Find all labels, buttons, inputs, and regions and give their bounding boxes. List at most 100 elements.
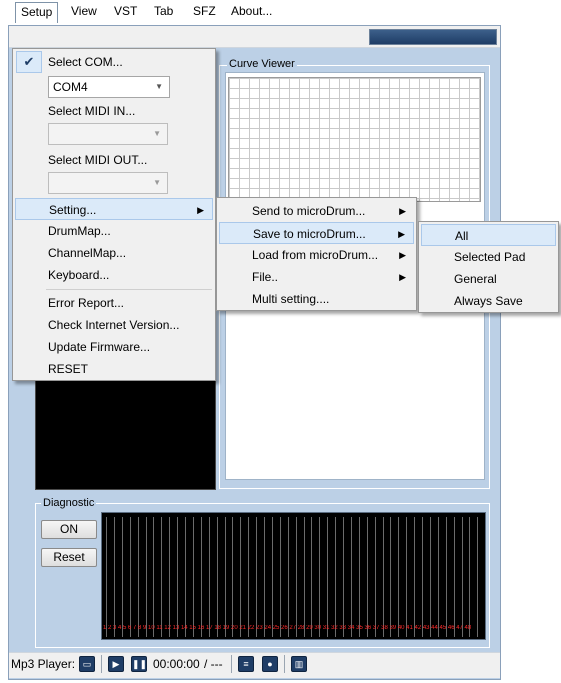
file-item[interactable]: File.. ▶ xyxy=(219,266,414,288)
open-folder-icon[interactable]: ▭ xyxy=(79,656,95,672)
send-to-microdrum-item[interactable]: Send to microDrum... ▶ xyxy=(219,200,414,222)
status-separator xyxy=(284,655,285,673)
diagnostic-channel-line xyxy=(287,517,289,637)
save-general-item[interactable]: General xyxy=(421,268,556,290)
diagnostic-channel-line xyxy=(335,517,337,637)
save-to-microdrum-label: Save to microDrum... xyxy=(253,227,366,241)
keyboard-item[interactable]: Keyboard... xyxy=(15,264,213,286)
select-midi-in-item[interactable]: Select MIDI IN... xyxy=(15,100,213,122)
total-time: / --- xyxy=(204,657,223,671)
curve-viewer-title: Curve Viewer xyxy=(227,58,297,70)
setup-menu: ✔ Select COM... COM4 ▼ Select MIDI IN...… xyxy=(12,48,216,381)
diagnostic-channel-line xyxy=(185,517,186,637)
setting-submenu: Send to microDrum... ▶ Save to microDrum… xyxy=(216,197,417,311)
menu-sfz[interactable]: SFZ xyxy=(188,2,221,21)
always-save-item[interactable]: Always Save xyxy=(421,290,556,312)
chevron-right-icon: ▶ xyxy=(398,229,405,239)
save-to-microdrum-item[interactable]: Save to microDrum... ▶ xyxy=(219,222,414,244)
diagnostic-channel-line xyxy=(382,517,384,637)
com-port-value: COM4 xyxy=(53,80,88,94)
diagnostic-channel-line xyxy=(311,517,313,637)
update-firmware-item[interactable]: Update Firmware... xyxy=(15,336,213,358)
chevron-right-icon: ▶ xyxy=(399,206,406,216)
chevron-down-icon: ▼ xyxy=(153,178,161,187)
diagnostic-channel-line xyxy=(129,517,131,637)
menu-about[interactable]: About... xyxy=(226,2,277,21)
menu-setup[interactable]: Setup xyxy=(15,2,59,23)
chevron-right-icon: ▶ xyxy=(399,250,406,260)
error-report-item[interactable]: Error Report... xyxy=(15,292,213,314)
diagnostic-channel-line xyxy=(161,517,163,637)
diagnostic-channel-line xyxy=(216,517,218,637)
check-internet-version-item[interactable]: Check Internet Version... xyxy=(15,314,213,336)
chart-icon[interactable]: ▥ xyxy=(291,656,307,672)
setting-label: Setting... xyxy=(49,203,97,217)
midi-out-select[interactable]: ▼ xyxy=(48,172,168,194)
chevron-down-icon: ▼ xyxy=(155,82,163,91)
diagnostic-channel-line xyxy=(256,517,258,637)
select-com-item[interactable]: Select COM... xyxy=(15,51,213,73)
load-from-microdrum-label: Load from microDrum... xyxy=(252,248,379,262)
save-selected-pad-item[interactable]: Selected Pad xyxy=(421,246,556,268)
play-icon[interactable]: ▶ xyxy=(108,656,124,672)
menu-vst[interactable]: VST xyxy=(109,2,142,21)
setting-item[interactable]: Setting... ▶ xyxy=(15,198,213,220)
com-port-select[interactable]: COM4 ▼ xyxy=(48,76,170,98)
diagnostic-channel-line xyxy=(240,517,242,637)
chevron-right-icon: ▶ xyxy=(399,272,406,282)
status-separator xyxy=(101,655,102,673)
save-all-item[interactable]: All xyxy=(421,224,556,246)
diagnostic-channel-line xyxy=(224,517,226,637)
diagnostic-channel-line xyxy=(429,517,431,637)
diagnostic-channel-line xyxy=(350,517,352,637)
diagnostic-channel-line xyxy=(192,517,194,637)
pause-icon[interactable]: ❚❚ xyxy=(131,656,147,672)
diagnostic-channel-line xyxy=(303,517,305,637)
diagnostic-channel-line xyxy=(327,517,329,637)
save-submenu: All Selected Pad General Always Save xyxy=(418,221,559,313)
diagnostic-channel-line xyxy=(271,517,273,637)
menu-separator xyxy=(46,289,212,290)
diagnostic-channel-line xyxy=(279,517,281,637)
diagnostic-channel-line xyxy=(398,517,400,637)
chevron-right-icon: ▶ xyxy=(197,205,204,215)
select-midi-out-item[interactable]: Select MIDI OUT... xyxy=(15,149,213,171)
diagnostic-channel-line xyxy=(264,517,265,637)
send-to-microdrum-label: Send to microDrum... xyxy=(252,204,366,218)
diagnostic-channel-line xyxy=(177,517,179,637)
diagnostic-channel-line xyxy=(113,517,115,637)
diagnostic-channel-line xyxy=(106,517,107,637)
diagnostic-on-button[interactable]: ON xyxy=(41,520,97,539)
channelmap-item[interactable]: ChannelMap... xyxy=(15,242,213,264)
record-icon[interactable]: ● xyxy=(262,656,278,672)
mp3-player-label: Mp3 Player: xyxy=(11,657,76,671)
diagnostic-channel-line xyxy=(469,517,471,637)
diagnostic-channel-line xyxy=(137,517,139,637)
diagnostic-channel-line xyxy=(437,517,439,637)
diagnostic-channel-line xyxy=(390,517,392,637)
multi-setting-item[interactable]: Multi setting.... xyxy=(219,288,414,310)
status-indicator-bar xyxy=(369,29,497,45)
menu-view[interactable]: View xyxy=(66,2,102,21)
status-separator xyxy=(231,655,232,673)
midi-in-select[interactable]: ▼ xyxy=(48,123,168,145)
diagnostic-channel-line xyxy=(406,517,408,637)
diagnostic-channel-line xyxy=(374,517,376,637)
load-from-microdrum-item[interactable]: Load from microDrum... ▶ xyxy=(219,244,414,266)
diagnostic-channel-line xyxy=(477,517,479,637)
diagnostic-channel-line xyxy=(248,517,250,637)
diagnostic-channel-line xyxy=(453,517,455,637)
diagnostic-channel-line xyxy=(169,517,171,637)
diagnostic-channel-line xyxy=(208,517,210,637)
diagnostic-channel-line xyxy=(343,517,344,637)
diagnostic-reset-button[interactable]: Reset xyxy=(41,548,97,567)
drummap-item[interactable]: DrumMap... xyxy=(15,220,213,242)
current-time: 00:00:00 xyxy=(153,657,200,671)
playlist-icon[interactable]: ≡ xyxy=(238,656,254,672)
menu-tab[interactable]: Tab xyxy=(149,2,178,21)
diagnostic-channel-line xyxy=(422,517,423,637)
reset-item[interactable]: RESET xyxy=(15,358,213,380)
diagnostic-channel-line xyxy=(295,517,297,637)
diagnostic-title: Diagnostic xyxy=(41,497,97,509)
diagnostic-channel-line xyxy=(358,517,360,637)
